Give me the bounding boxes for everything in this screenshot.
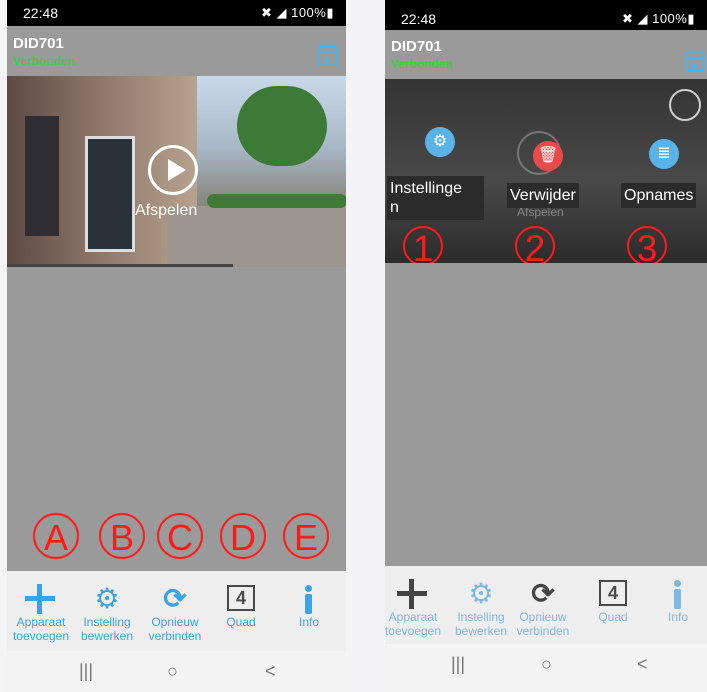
home-icon[interactable]: ○ bbox=[541, 654, 552, 675]
marker-e: E bbox=[283, 513, 329, 559]
corner-circle-icon[interactable] bbox=[669, 89, 701, 121]
refresh-icon: ⟳ bbox=[531, 578, 555, 609]
info-icon bbox=[277, 583, 341, 615]
marker-a: A bbox=[33, 513, 79, 559]
calendar-icon[interactable] bbox=[685, 52, 705, 72]
nav-add-label: Apparaat toevoegen bbox=[385, 610, 442, 638]
nav-add-label: Apparaat toevoegen bbox=[12, 615, 70, 643]
trash-icon: 🗑 bbox=[537, 147, 559, 164]
refresh-icon: ⟳ bbox=[163, 583, 187, 614]
recordings-button[interactable]: ≣ bbox=[649, 139, 679, 169]
nav-quad-label: Quad bbox=[598, 610, 628, 624]
status-bar: 22:48 ✖⁡ ◢ 100%▮ bbox=[385, 0, 707, 30]
settings-button[interactable]: ⚙ bbox=[425, 127, 455, 157]
marker-d: D bbox=[220, 513, 266, 559]
delete-label[interactable]: Verwijder bbox=[507, 183, 579, 208]
nav-edit-settings[interactable]: ⚙ Instelling bewerken bbox=[75, 583, 139, 643]
status-time: 22:48 bbox=[23, 5, 59, 21]
list-icon: ≣ bbox=[657, 145, 671, 162]
device-status: Verbonden bbox=[13, 54, 76, 68]
plus-icon bbox=[9, 583, 73, 615]
recent-apps-icon[interactable]: ||| bbox=[451, 654, 465, 675]
nav-add-device[interactable]: Apparaat toevoegen bbox=[385, 578, 445, 638]
nav-edit-label: Instelling bewerken bbox=[80, 615, 134, 643]
camera-preview-options: Afspelen ⚙ 🗑 ≣ Instellinge n Verwijder O… bbox=[385, 79, 707, 263]
nav-add-device[interactable]: Apparaat toevoegen bbox=[9, 583, 73, 643]
device-name: DID701 bbox=[13, 35, 64, 52]
nav-reconnect[interactable]: ⟳ Opnieuw verbinden bbox=[143, 583, 207, 643]
nav-reconnect-label: Opnieuw verbinden bbox=[148, 615, 202, 643]
back-icon[interactable]: < bbox=[265, 661, 276, 682]
glass-door bbox=[85, 136, 135, 252]
nav-info-label: Info bbox=[298, 615, 319, 629]
home-icon[interactable]: ○ bbox=[167, 661, 178, 682]
system-nav-bar: ||| ○ < bbox=[385, 644, 707, 692]
nav-reconnect[interactable]: ⟳ Opnieuw verbinden bbox=[511, 578, 575, 638]
phone-screen-right: 22:48 ✖⁡ ◢ 100%▮ DID701 Verbonden Afspel… bbox=[385, 0, 707, 692]
device-header: DID701 Verbonden bbox=[7, 26, 346, 74]
nav-edit-settings[interactable]: ⚙ Instelling bewerken bbox=[449, 578, 513, 638]
gear-icon: ⚙ bbox=[94, 583, 120, 614]
device-name: DID701 bbox=[391, 38, 442, 55]
nav-edit-label: Instelling bewerken bbox=[454, 610, 508, 638]
nav-quad[interactable]: 4 Quad bbox=[209, 583, 273, 629]
recent-apps-icon[interactable]: ||| bbox=[79, 661, 93, 682]
status-icons: ✖⁡ ◢ 100%▮ bbox=[260, 5, 334, 20]
plus-icon bbox=[385, 578, 445, 610]
calendar-icon[interactable] bbox=[318, 46, 338, 66]
marker-1: 1 bbox=[403, 226, 443, 263]
quad-icon: 4 bbox=[581, 578, 645, 610]
bottom-nav: Apparaat toevoegen ⚙ Instelling bewerken… bbox=[7, 571, 346, 651]
nav-quad-label: Quad bbox=[226, 615, 256, 629]
hedge bbox=[207, 194, 346, 208]
play-label: Afspelen bbox=[135, 202, 198, 219]
device-status: Verbonden bbox=[391, 57, 454, 71]
device-header: DID701 Verbonden bbox=[385, 30, 707, 78]
play-icon[interactable] bbox=[148, 145, 198, 195]
bottom-nav: Apparaat toevoegen ⚙ Instelling bewerken… bbox=[385, 566, 707, 644]
progress-bar bbox=[7, 264, 233, 267]
nav-info[interactable]: Info bbox=[277, 583, 341, 629]
phone-screen-left: 22:48 ✖⁡ ◢ 100%▮ DID701 Verbonden Afspel… bbox=[7, 0, 346, 692]
camera-preview[interactable]: Afspelen bbox=[7, 76, 346, 267]
marker-2: 2 bbox=[515, 226, 555, 263]
nav-reconnect-label: Opnieuw verbinden bbox=[516, 610, 570, 638]
marker-b: B bbox=[99, 513, 145, 559]
front-door bbox=[25, 116, 59, 236]
recordings-label[interactable]: Opnames bbox=[621, 183, 697, 208]
nav-info-label: Info bbox=[667, 610, 688, 624]
back-icon[interactable]: < bbox=[637, 654, 648, 675]
marker-3: 3 bbox=[627, 226, 667, 263]
tree bbox=[237, 86, 327, 166]
info-icon bbox=[646, 578, 707, 610]
settings-label[interactable]: Instellinge n bbox=[387, 176, 484, 220]
quad-icon: 4 bbox=[209, 583, 273, 615]
nav-quad[interactable]: 4 Quad bbox=[581, 578, 645, 624]
system-nav-bar: ||| ○ < bbox=[7, 651, 346, 692]
status-icons: ✖⁡ ◢ 100%▮ bbox=[621, 11, 695, 26]
gear-icon: ⚙ bbox=[432, 133, 448, 150]
gear-icon: ⚙ bbox=[468, 578, 494, 609]
status-time: 22:48 bbox=[401, 11, 437, 27]
delete-button[interactable]: 🗑 bbox=[533, 141, 563, 171]
nav-info[interactable]: Info bbox=[646, 578, 707, 624]
marker-c: C bbox=[157, 513, 203, 559]
status-bar: 22:48 ✖⁡ ◢ 100%▮ bbox=[7, 0, 346, 26]
